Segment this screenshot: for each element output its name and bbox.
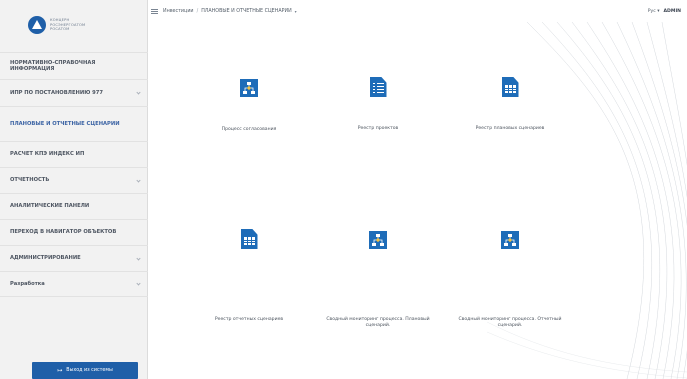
logout-icon: ↦	[57, 367, 63, 374]
sidebar-item-label: ПЛАНОВЫЕ И ОТЧЕТНЫЕ СЦЕНАРИИ	[10, 120, 120, 127]
sidebar-item-label: АНАЛИТИЧЕСКИЕ ПАНЕЛИ	[10, 203, 90, 210]
table-document-icon	[501, 77, 519, 97]
sidebar-item-label: РАСЧЕТ КПЭ ИНДЕКС ИП	[10, 151, 85, 158]
tile-monitoring-report[interactable]: Сводный мониторинг процесса. Отчетный сц…	[455, 231, 565, 328]
chevron-down-icon	[136, 281, 141, 286]
chevron-down-icon[interactable]: ▾	[295, 9, 297, 14]
tile-projects-registry[interactable]: Реестр проектов	[323, 77, 433, 132]
chevron-down-icon	[136, 255, 141, 261]
sidebar-item-kpe[interactable]: РАСЧЕТ КПЭ ИНДЕКС ИП	[0, 141, 148, 167]
sidebar-item-label: АДМИНИСТРИРОВАНИЕ	[10, 255, 81, 262]
logout-label: Выход из системы	[66, 368, 113, 373]
logo[interactable]: КОНЦЕРН РОСЭНЕРГОАТОМ РОСАТОМ	[28, 16, 85, 34]
sidebar-item-label: НОРМАТИВНО-СПРАВОЧНАЯ ИНФОРМАЦИЯ	[10, 59, 96, 73]
sidebar-item-dashboards[interactable]: АНАЛИТИЧЕСКИЕ ПАНЕЛИ	[0, 193, 148, 219]
tile-approval-process[interactable]: Процесс согласования	[194, 79, 304, 133]
breadcrumb-separator: /	[196, 8, 199, 14]
sidebar: КОНЦЕРН РОСЭНЕРГОАТОМ РОСАТОМ НОРМАТИВНО…	[0, 0, 148, 379]
main-content: Процесс согласования Реестр проектов Рее…	[148, 22, 687, 379]
sidebar-item-reports[interactable]: ОТЧЕТНОСТЬ	[0, 167, 148, 193]
sidebar-item-nsi[interactable]: НОРМАТИВНО-СПРАВОЧНАЯ ИНФОРМАЦИЯ	[0, 52, 148, 79]
sidebar-item-label: Разработка	[10, 280, 45, 287]
flowchart-icon	[240, 79, 258, 97]
language-select[interactable]: Рус ▾	[648, 9, 660, 14]
breadcrumb-current: ПЛАНОВЫЕ И ОТЧЕТНЫЕ СЦЕНАРИИ	[201, 8, 292, 14]
chevron-down-icon: ▾	[657, 8, 660, 14]
tile-monitoring-planned[interactable]: Сводный мониторинг процесса. Плановый сц…	[323, 231, 433, 328]
user-name[interactable]: ADMIN	[664, 9, 682, 14]
tile-label: Реестр отчетных сценариев	[214, 317, 284, 322]
tile-label: Реестр проектов	[357, 126, 399, 131]
tile-label: Процесс согласования	[221, 127, 277, 132]
sidebar-item-scenarios[interactable]: ПЛАНОВЫЕ И ОТЧЕТНЫЕ СЦЕНАРИИ	[0, 106, 148, 141]
chevron-down-icon	[136, 90, 141, 95]
menu-icon[interactable]	[151, 8, 158, 14]
sidebar-nav: НОРМАТИВНО-СПРАВОЧНАЯ ИНФОРМАЦИЯ ИПР ПО …	[0, 52, 148, 297]
tile-label: Сводный мониторинг процесса. Отчетный сц…	[458, 317, 562, 328]
app-window: КОНЦЕРН РОСЭНЕРГОАТОМ РОСАТОМ НОРМАТИВНО…	[0, 0, 687, 379]
chevron-down-icon	[136, 177, 141, 183]
sidebar-item-ipr-977[interactable]: ИПР ПО ПОСТАНОВЛЕНИЮ 977	[0, 79, 148, 106]
table-document-icon	[240, 229, 258, 249]
tile-label: Сводный мониторинг процесса. Плановый сц…	[326, 317, 430, 328]
flowchart-icon	[501, 231, 519, 249]
breadcrumb: Инвестиции / ПЛАНОВЫЕ И ОТЧЕТНЫЕ СЦЕНАРИ…	[151, 8, 297, 14]
sidebar-item-admin[interactable]: АДМИНИСТРИРОВАНИЕ	[0, 245, 148, 271]
sidebar-item-label: ОТЧЕТНОСТЬ	[10, 177, 50, 184]
sidebar-item-navigator[interactable]: ПЕРЕХОД В НАВИГАТОР ОБЪЕКТОВ	[0, 219, 148, 245]
top-bar: Инвестиции / ПЛАНОВЫЕ И ОТЧЕТНЫЕ СЦЕНАРИ…	[148, 0, 687, 22]
tile-report-scenarios-registry[interactable]: Реестр отчетных сценариев	[194, 229, 304, 323]
sidebar-item-label: ИПР ПО ПОСТАНОВЛЕНИЮ 977	[10, 89, 103, 96]
tile-label: Реестр плановых сценариев	[475, 126, 545, 131]
tile-planned-scenarios-registry[interactable]: Реестр плановых сценариев	[455, 77, 565, 132]
rosatom-logo-icon	[28, 16, 46, 34]
logo-text: КОНЦЕРН РОСЭНЕРГОАТОМ РОСАТОМ	[50, 18, 86, 32]
sidebar-item-label: ПЕРЕХОД В НАВИГАТОР ОБЪЕКТОВ	[10, 229, 117, 236]
logout-button[interactable]: ↦ Выход из системы	[32, 362, 138, 379]
breadcrumb-root[interactable]: Инвестиции	[163, 9, 194, 14]
sidebar-item-development[interactable]: Разработка	[0, 271, 148, 297]
user-area: Рус ▾ ADMIN	[648, 9, 681, 14]
flowchart-icon	[369, 231, 387, 249]
checklist-document-icon	[369, 77, 387, 97]
